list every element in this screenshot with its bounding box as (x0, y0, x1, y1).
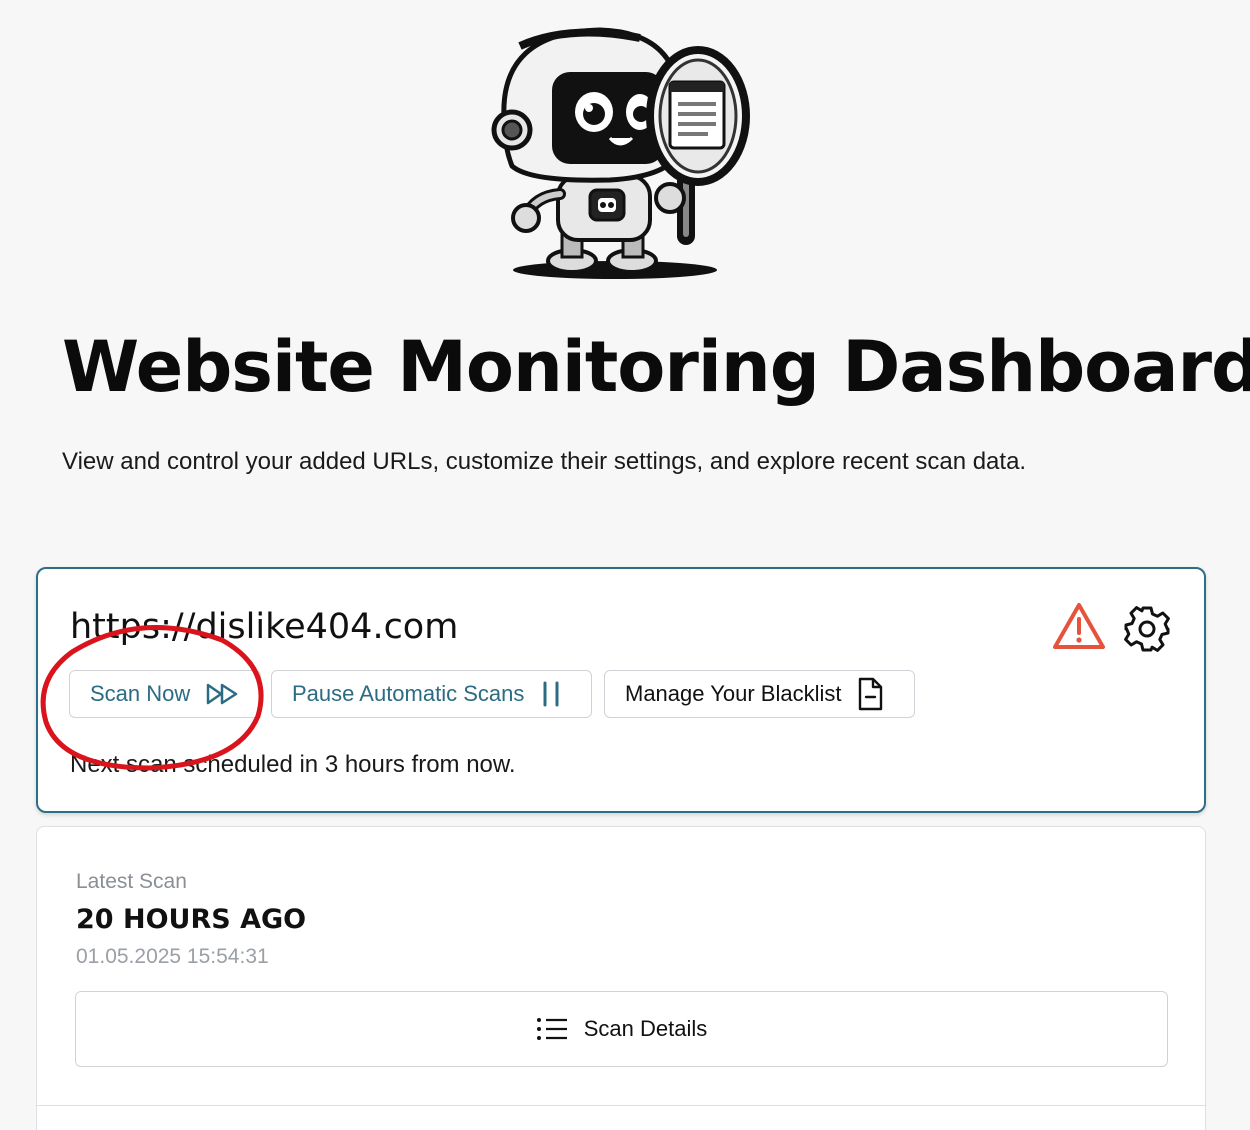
divider (37, 1105, 1205, 1106)
pause-automatic-scans-button[interactable]: Pause Automatic Scans (271, 670, 592, 718)
next-scan-text: Next scan scheduled in 3 hours from now. (70, 751, 516, 778)
page: Website Monitoring Dashboard View and co… (0, 0, 1250, 1130)
pause-label: Pause Automatic Scans (292, 681, 525, 706)
scan-details-label: Scan Details (583, 1016, 708, 1041)
blacklist-label: Manage Your Blacklist (625, 681, 842, 706)
page-subtitle: View and control your added URLs, custom… (62, 448, 1027, 475)
pause-icon (543, 681, 559, 707)
scan-now-button[interactable]: Scan Now (69, 670, 261, 718)
scan-details-button[interactable]: Scan Details (75, 991, 1168, 1067)
latest-scan-card: Latest Scan 20 HOURS AGO 01.05.2025 15:5… (36, 826, 1206, 1130)
latest-scan-timestamp: 01.05.2025 15:54:31 (76, 945, 269, 968)
list-icon (536, 1018, 567, 1040)
fast-forward-icon (207, 683, 238, 705)
website-card: https://dislike404.com Scan Now Pause Au… (36, 567, 1206, 813)
manage-blacklist-button[interactable]: Manage Your Blacklist (604, 670, 915, 718)
gear-icon[interactable] (1123, 605, 1171, 653)
warning-triangle-icon[interactable] (1052, 601, 1106, 651)
document-minus-icon (859, 677, 883, 711)
scan-now-label: Scan Now (90, 681, 191, 706)
latest-scan-label: Latest Scan (76, 870, 187, 893)
latest-scan-relative-time: 20 HOURS AGO (76, 904, 307, 935)
website-url: https://dislike404.com (70, 607, 459, 647)
page-title: Website Monitoring Dashboard (62, 326, 1250, 408)
robot-magnifier-logo (491, 27, 750, 279)
